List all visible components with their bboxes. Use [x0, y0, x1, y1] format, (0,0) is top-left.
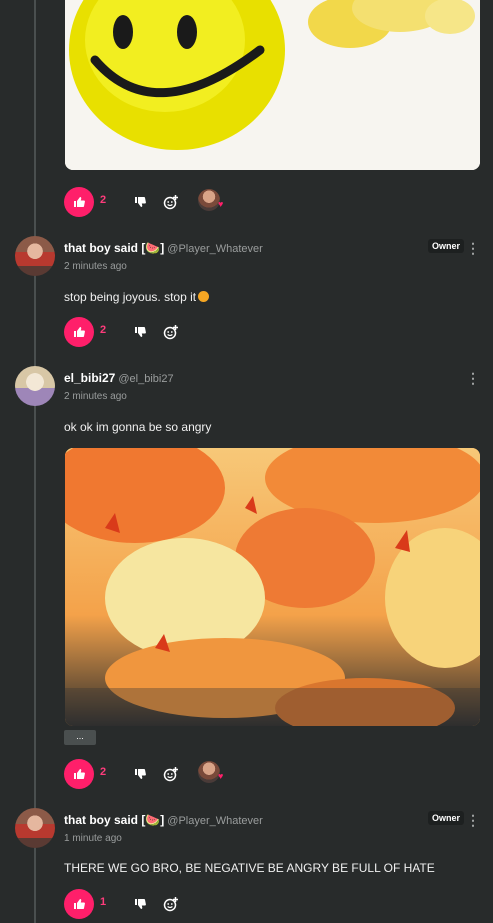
add-reaction-button[interactable] — [161, 192, 181, 212]
like-button[interactable] — [64, 317, 94, 347]
owner-badge: Owner — [428, 811, 465, 825]
fire-gif[interactable] — [65, 448, 480, 726]
thread-line — [34, 0, 36, 923]
avatar[interactable] — [15, 236, 55, 276]
heart-icon: ♥ — [218, 771, 224, 781]
add-reaction-icon — [163, 325, 178, 340]
like-button[interactable] — [64, 187, 94, 217]
heart-icon: ♥ — [218, 199, 224, 209]
avatar[interactable] — [15, 366, 55, 406]
dislike-button[interactable] — [131, 765, 149, 783]
like-button[interactable] — [64, 759, 94, 789]
comment-timestamp: 1 minute ago — [64, 833, 122, 844]
comment-author[interactable]: that boy said [🍉] @Player_Whatever — [64, 241, 263, 255]
owner-badge: Owner — [428, 239, 465, 253]
thumbs-up-icon — [74, 769, 85, 779]
comment-author[interactable]: that boy said [🍉] @Player_Whatever — [64, 813, 263, 827]
author-name: that boy said [🍉] — [64, 813, 165, 827]
comment-body: ok ok im gonna be so angry — [64, 420, 212, 434]
author-name: that boy said [🍉] — [64, 241, 165, 255]
comment-body: THERE WE GO BRO, BE NEGATIVE BE ANGRY BE… — [64, 861, 435, 875]
add-reaction-button[interactable] — [161, 764, 181, 784]
more-vertical-icon: ⋮ — [466, 370, 480, 386]
thumbs-down-icon — [135, 197, 146, 207]
thumbs-up-icon — [74, 899, 85, 909]
like-button[interactable] — [64, 889, 94, 919]
thumbs-up-icon — [74, 197, 85, 207]
more-options-button[interactable]: ⋮ — [466, 812, 480, 828]
more-vertical-icon: ⋮ — [466, 240, 480, 256]
thumbs-down-icon — [135, 899, 146, 909]
avatar[interactable] — [15, 808, 55, 848]
author-handle: @Player_Whatever — [167, 243, 263, 255]
add-reaction-icon — [163, 897, 178, 912]
like-count: 2 — [100, 324, 107, 336]
dislike-button[interactable] — [131, 895, 149, 913]
comment-body: stop being joyous. stop it — [64, 290, 197, 304]
more-vertical-icon: ⋮ — [466, 812, 480, 828]
dislike-button[interactable] — [131, 193, 149, 211]
smiley-gif[interactable] — [65, 0, 480, 170]
comment-text: stop being joyous. stop it — [64, 290, 210, 304]
like-count: 2 — [100, 194, 107, 206]
more-options-button[interactable]: ⋮ — [466, 240, 480, 256]
add-reaction-button[interactable] — [161, 894, 181, 914]
fire-image — [65, 448, 480, 726]
reactor-avatar-image — [198, 189, 220, 211]
reactor-avatar[interactable]: ♥ — [198, 189, 226, 217]
comment-thread: 2 ♥ that boy said [🍉] @Player_Whatever Ow… — [0, 0, 493, 923]
thumbs-up-icon — [74, 327, 85, 337]
author-name: el_bibi27 — [64, 371, 116, 385]
smiley-image — [65, 0, 480, 170]
angry-emoji-icon — [198, 291, 210, 302]
reactor-avatar-image — [198, 761, 220, 783]
thumbs-down-icon — [135, 769, 146, 779]
more-options-button[interactable]: ⋮ — [466, 370, 480, 386]
comment-timestamp: 2 minutes ago — [64, 391, 127, 402]
author-handle: @Player_Whatever — [167, 815, 263, 827]
add-reaction-button[interactable] — [161, 322, 181, 342]
author-handle: @el_bibi27 — [118, 373, 174, 385]
add-reaction-icon — [163, 767, 178, 782]
dislike-button[interactable] — [131, 323, 149, 341]
media-caption-button[interactable]: ... — [64, 730, 96, 745]
reactor-avatar[interactable]: ♥ — [198, 761, 226, 789]
comment-timestamp: 2 minutes ago — [64, 261, 127, 272]
thumbs-down-icon — [135, 327, 146, 337]
comment-author[interactable]: el_bibi27 @el_bibi27 — [64, 371, 174, 385]
like-count: 2 — [100, 766, 107, 778]
like-count: 1 — [100, 896, 107, 908]
add-reaction-icon — [163, 195, 178, 210]
